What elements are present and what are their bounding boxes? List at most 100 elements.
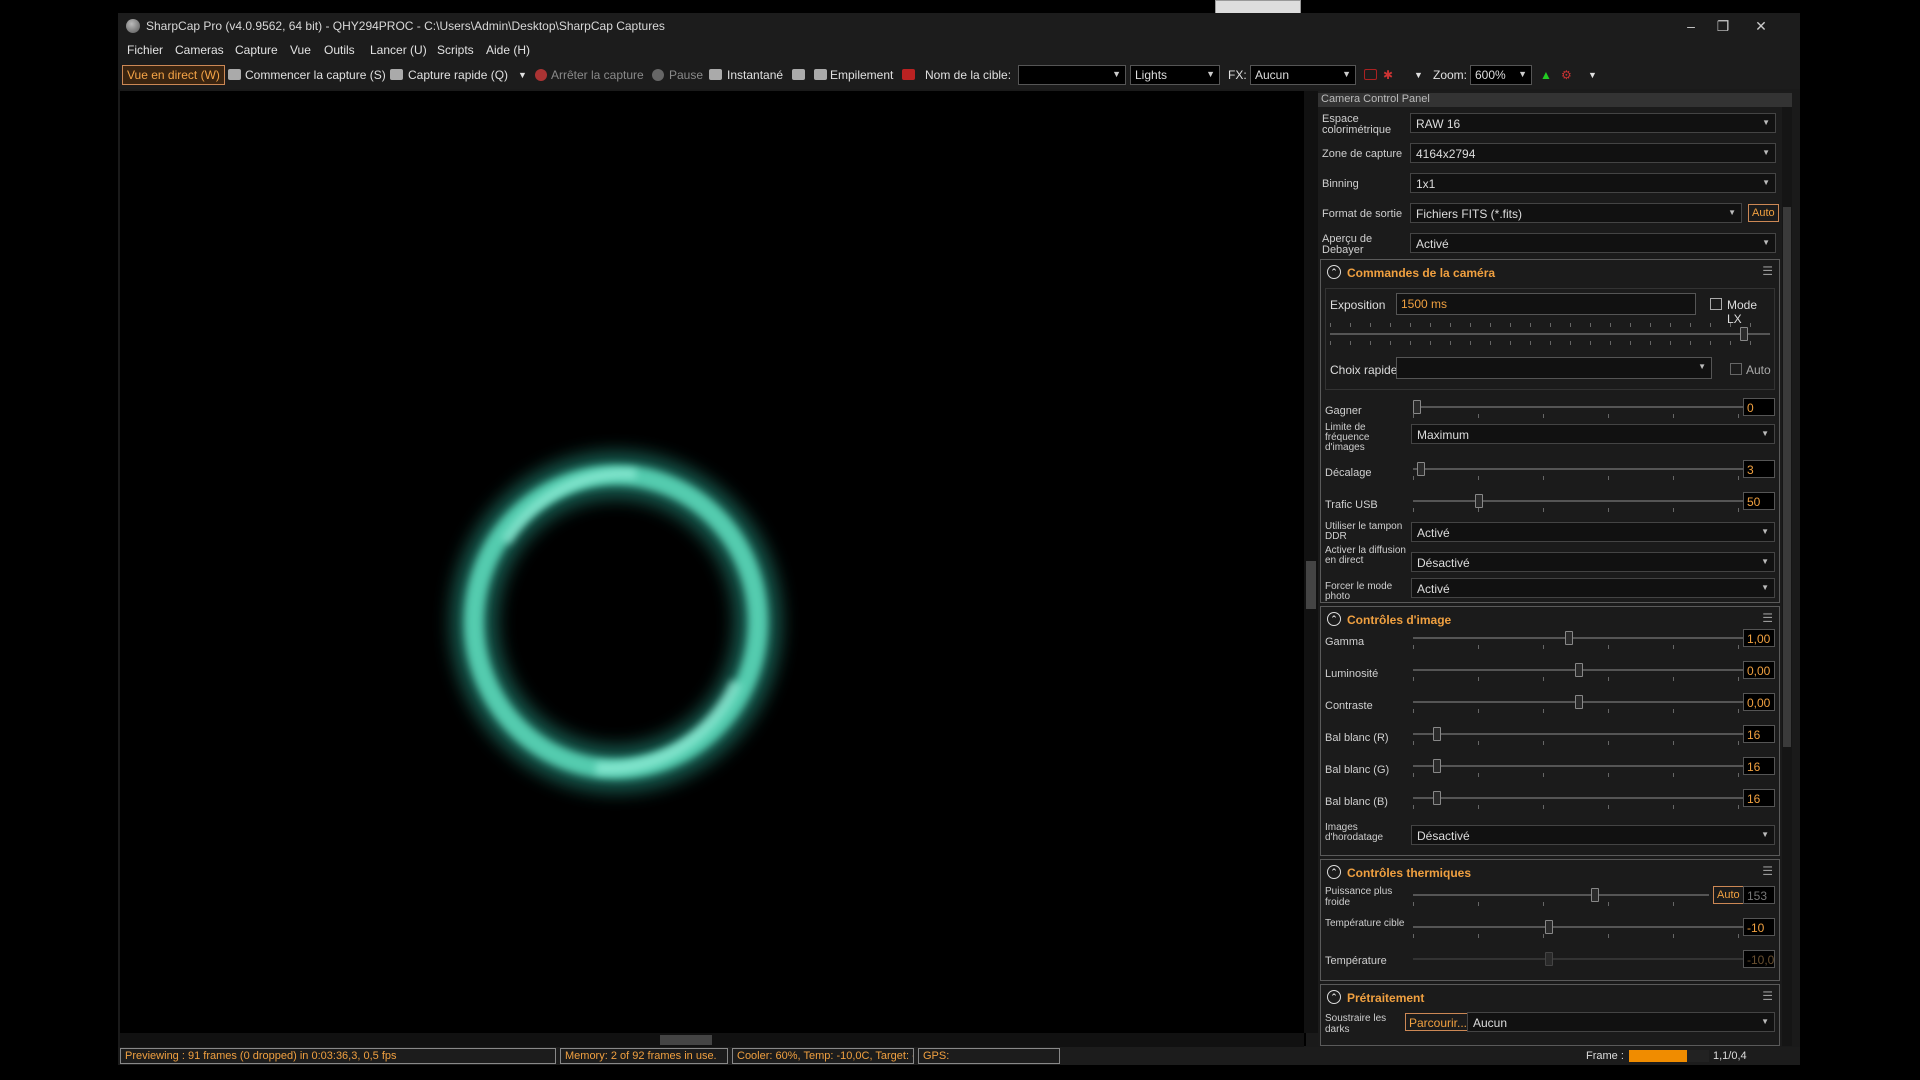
target-temp-slider[interactable] (1413, 920, 1745, 934)
collapse-chevron-icon[interactable]: ⌃ (1327, 990, 1341, 1004)
binning-dropdown[interactable]: 1x1 ▼ (1410, 173, 1776, 193)
brightness-slider-thumb[interactable] (1575, 663, 1583, 677)
wb-green-slider-thumb[interactable] (1433, 759, 1441, 773)
zoom-combo[interactable]: 600% ▼ (1470, 65, 1532, 85)
timestamp-dropdown[interactable]: Désactivé ▼ (1411, 825, 1775, 845)
gain-slider-thumb[interactable] (1413, 400, 1421, 414)
panel-scrollbar[interactable] (1782, 107, 1792, 1046)
menu-scripts[interactable]: Scripts (437, 43, 474, 57)
cooler-power-auto-button[interactable]: Auto (1713, 886, 1744, 904)
contrast-slider[interactable] (1413, 695, 1745, 709)
wb-green-value[interactable]: 16 (1743, 757, 1775, 775)
preview-horizontal-scrollbar[interactable] (120, 1033, 1304, 1047)
hamburger-menu-icon[interactable]: ☰ (1762, 264, 1773, 278)
menu-cameras[interactable]: Cameras (175, 43, 224, 57)
chevron-down-icon[interactable]: ▼ (1414, 70, 1423, 80)
start-capture-button[interactable]: Commencer la capture (S) (245, 68, 386, 82)
quick-picks-auto-checkbox[interactable] (1730, 363, 1742, 375)
capture-area-dropdown[interactable]: 4164x2794 ▼ (1410, 143, 1776, 163)
photo-mode-dropdown[interactable]: Activé ▼ (1411, 578, 1775, 598)
usb-traffic-slider[interactable] (1413, 494, 1745, 508)
stop-capture-button[interactable]: Arrêter la capture (551, 68, 644, 82)
live-view-button[interactable]: Vue en direct (W) (122, 65, 225, 85)
output-format-dropdown[interactable]: Fichiers FITS (*.fits) ▼ (1410, 203, 1742, 223)
snapshot-button[interactable]: Instantané (727, 68, 783, 82)
offset-value[interactable]: 3 (1743, 460, 1775, 478)
brightness-slider[interactable] (1413, 663, 1745, 677)
exposure-slider-thumb[interactable] (1740, 327, 1748, 341)
offset-slider-thumb[interactable] (1417, 462, 1425, 476)
crosshair-icon[interactable]: ✱ (1383, 68, 1393, 82)
contrast-value[interactable]: 0,00 (1743, 693, 1775, 711)
wb-blue-value[interactable]: 16 (1743, 789, 1775, 807)
target-temp-slider-thumb[interactable] (1545, 920, 1553, 934)
histogram-icon[interactable]: ▲ (1540, 68, 1552, 82)
chevron-down-icon[interactable]: ▼ (518, 70, 527, 80)
wb-green-slider[interactable] (1413, 759, 1745, 773)
gamma-slider[interactable] (1413, 631, 1745, 645)
hamburger-menu-icon[interactable]: ☰ (1762, 989, 1773, 1003)
image-preview[interactable] (120, 91, 1306, 1046)
settings-gear-icon[interactable]: ⚙ (1561, 68, 1572, 82)
offset-slider[interactable] (1413, 462, 1745, 476)
colour-space-dropdown[interactable]: RAW 16 ▼ (1410, 113, 1776, 133)
preprocessing-header[interactable]: ⌃ Prétraitement ☰ (1321, 985, 1779, 1009)
menu-aide[interactable]: Aide (H) (486, 43, 530, 57)
menu-outils[interactable]: Outils (324, 43, 355, 57)
brightness-value[interactable]: 0,00 (1743, 661, 1775, 679)
thermal-controls-header[interactable]: ⌃ Contrôles thermiques ☰ (1321, 860, 1779, 884)
image-controls-header[interactable]: ⌃ Contrôles d'image ☰ (1321, 607, 1779, 631)
frame-rate-limit-dropdown[interactable]: Maximum ▼ (1411, 424, 1775, 444)
collapse-chevron-icon[interactable]: ⌃ (1327, 265, 1341, 279)
wb-red-value[interactable]: 16 (1743, 725, 1775, 743)
wb-blue-slider[interactable] (1413, 791, 1745, 805)
contrast-slider-thumb[interactable] (1575, 695, 1583, 709)
hamburger-menu-icon[interactable]: ☰ (1762, 611, 1773, 625)
preview-vertical-scrollbar[interactable] (1304, 91, 1318, 1033)
cooler-power-slider[interactable] (1413, 888, 1709, 902)
chevron-down-icon[interactable]: ▼ (1588, 70, 1597, 80)
collapse-chevron-icon[interactable]: ⌃ (1327, 612, 1341, 626)
wb-red-slider[interactable] (1413, 727, 1745, 741)
lx-mode-checkbox[interactable] (1710, 298, 1722, 310)
restore-button[interactable]: ❐ (1704, 16, 1742, 36)
gamma-slider-thumb[interactable] (1565, 631, 1573, 645)
gamma-value[interactable]: 1,00 (1743, 629, 1775, 647)
camera-controls-header[interactable]: ⌃ Commandes de la caméra ☰ (1321, 260, 1779, 284)
broadcast-dropdown[interactable]: Désactivé ▼ (1411, 552, 1775, 572)
ddr-buffer-dropdown[interactable]: Activé ▼ (1411, 522, 1775, 542)
usb-traffic-slider-thumb[interactable] (1475, 494, 1483, 508)
exposure-input[interactable]: 1500 ms (1396, 293, 1696, 315)
collapse-chevron-icon[interactable]: ⌃ (1327, 865, 1341, 879)
browse-darks-button[interactable]: Parcourir... (1405, 1013, 1472, 1031)
wb-blue-slider-thumb[interactable] (1433, 791, 1441, 805)
wb-red-slider-thumb[interactable] (1433, 727, 1441, 741)
monitor-icon[interactable] (792, 69, 805, 80)
stacking-button[interactable]: Empilement (830, 68, 893, 82)
usb-traffic-value[interactable]: 50 (1743, 492, 1775, 510)
vertical-scroll-thumb[interactable] (1306, 561, 1316, 609)
debayer-preview-dropdown[interactable]: Activé ▼ (1410, 233, 1776, 253)
frame-type-combo[interactable]: Lights ▼ (1130, 65, 1220, 85)
horizontal-scroll-thumb[interactable] (660, 1035, 712, 1045)
target-temp-value[interactable]: -10 (1743, 918, 1775, 936)
quick-picks-dropdown[interactable]: ▼ (1396, 357, 1712, 379)
menu-capture[interactable]: Capture (235, 43, 278, 57)
menu-lancer[interactable]: Lancer (U) (370, 43, 427, 57)
pause-button[interactable]: Pause (669, 68, 703, 82)
close-button[interactable]: ✕ (1742, 16, 1780, 36)
menu-vue[interactable]: Vue (290, 43, 311, 57)
reticle-icon[interactable] (1364, 69, 1377, 80)
gain-value[interactable]: 0 (1743, 398, 1775, 416)
subtract-darks-dropdown[interactable]: Aucun ▼ (1467, 1012, 1775, 1032)
hamburger-menu-icon[interactable]: ☰ (1762, 864, 1773, 878)
menu-fichier[interactable]: Fichier (127, 43, 163, 57)
target-name-combo[interactable]: ▼ (1018, 65, 1126, 85)
cooler-power-slider-thumb[interactable] (1591, 888, 1599, 902)
gain-slider[interactable] (1413, 400, 1745, 414)
quick-capture-button[interactable]: Capture rapide (Q) (408, 68, 508, 82)
fx-combo[interactable]: Aucun ▼ (1250, 65, 1356, 85)
panel-scroll-thumb[interactable] (1783, 207, 1791, 747)
exposure-slider[interactable] (1330, 327, 1770, 341)
output-format-auto-button[interactable]: Auto (1748, 204, 1779, 222)
